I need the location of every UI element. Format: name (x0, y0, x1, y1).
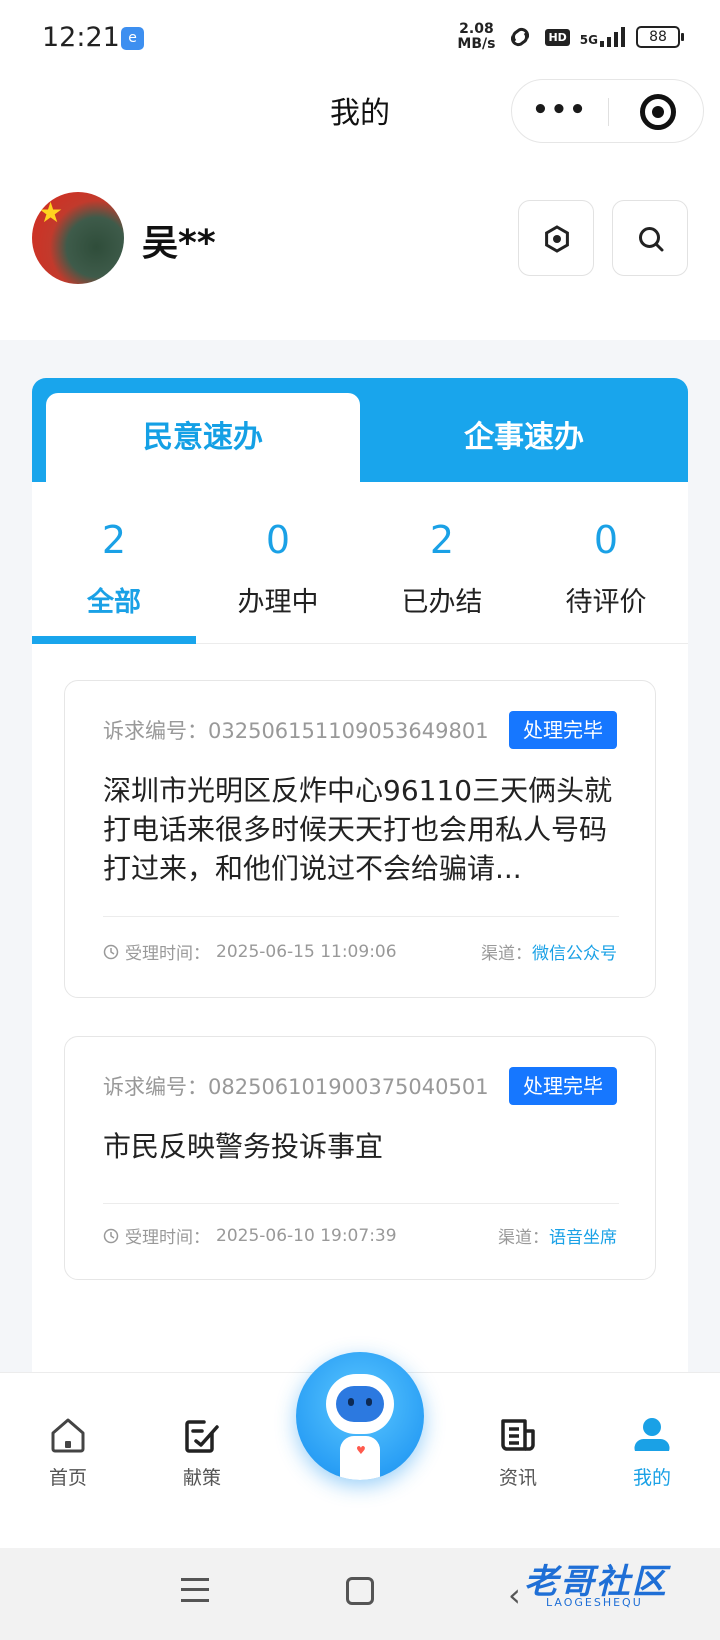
accept-time-value: 2025-06-10 19:07:39 (216, 1225, 397, 1246)
filter-count: 2 (429, 518, 455, 562)
accept-time-label: 受理时间： (125, 944, 210, 964)
filter-count: 0 (593, 518, 619, 562)
robot-body: ♥ (340, 1436, 380, 1480)
search-icon (639, 227, 664, 252)
news-icon (501, 1419, 535, 1451)
nav-label: 献策 (182, 1467, 221, 1489)
appeal-card[interactable]: 诉求编号：082506101900375040501 处理完毕 市民反映警务投诉… (64, 1036, 656, 1280)
home-icon (51, 1418, 85, 1453)
signal-icon (600, 27, 625, 47)
channel-label: 渠道： (481, 944, 532, 964)
tab-public-opinion[interactable]: 民意速办 (46, 393, 360, 482)
channel-label: 渠道： (498, 1228, 549, 1248)
filter-completed[interactable]: 2 已办结 (360, 482, 524, 644)
heart-icon: ♥ (356, 1444, 366, 1457)
tab-enterprise[interactable]: 企事速办 (360, 393, 688, 482)
appeal-number: 诉求编号：032506151109053649801 (103, 715, 489, 745)
status-badge: 处理完毕 (509, 1067, 617, 1105)
accept-time-label: 受理时间： (125, 1228, 210, 1248)
watermark-logo: 老哥社区 LAOGESHEQU (482, 1546, 702, 1614)
appeal-number-value: 082506101900375040501 (208, 1075, 489, 1099)
status-badge: 处理完毕 (509, 711, 617, 749)
filter-label: 办理中 (237, 587, 319, 618)
nav-home[interactable]: 首页 (8, 1415, 128, 1490)
cell-signal: 5G (580, 27, 626, 47)
mini-program-capsule: ••• (511, 79, 704, 143)
filter-label: 已办结 (401, 587, 483, 618)
appeal-description: 市民反映警务投诉事宜 (103, 1130, 384, 1163)
battery-indicator: 88 (636, 26, 684, 48)
nav-label: 我的 (632, 1467, 671, 1489)
star-icon: ★ (38, 196, 64, 229)
nav-news[interactable]: 资讯 (458, 1415, 578, 1490)
channel-value: 语音坐席 (549, 1228, 617, 1248)
active-filter-indicator (32, 636, 196, 644)
close-mini-program-icon[interactable] (640, 94, 676, 130)
edit-icon (185, 1420, 219, 1453)
channel: 渠道：微信公众号 (481, 939, 617, 964)
accept-time: 受理时间： 2025-06-10 19:07:39 (103, 1223, 397, 1248)
appeal-number-label: 诉求编号： (103, 719, 208, 743)
filter-to-evaluate[interactable]: 0 待评价 (524, 482, 688, 644)
nav-suggest[interactable]: 献策 (142, 1415, 262, 1490)
filter-count: 2 (101, 518, 127, 562)
robot-face (336, 1386, 384, 1422)
avatar[interactable]: ★ (32, 192, 124, 284)
more-button[interactable]: ••• (512, 80, 608, 144)
watermark-subtext: LAOGESHEQU (546, 1596, 643, 1609)
robot-eye (348, 1398, 354, 1406)
link-icon (511, 27, 530, 47)
net-speed-unit: MB/s (457, 36, 496, 52)
robot-eye (366, 1398, 372, 1406)
net-speed: 2.08 MB/s (457, 22, 495, 52)
accept-time-value: 2025-06-15 11:09:06 (216, 941, 397, 962)
divider (103, 916, 619, 917)
nav-mine[interactable]: 我的 (592, 1415, 712, 1490)
app-notification-icon: e (121, 27, 144, 50)
ai-assistant-robot-button[interactable]: ♥ (296, 1352, 424, 1480)
clock-icon (103, 1228, 119, 1243)
network-type: 5G (579, 33, 598, 47)
accept-time: 受理时间： 2025-06-15 11:09:06 (103, 939, 397, 964)
settings-button[interactable] (518, 200, 594, 276)
search-button[interactable] (612, 200, 688, 276)
user-name: 吴** (142, 223, 216, 264)
appeal-description: 深圳市光明区反炸中心96110三天俩头就打电话来很多时候天天打也会用私人号码打过… (103, 774, 613, 885)
status-bar: 12:21 e 2.08 MB/s HD 5G 88 (0, 0, 720, 80)
recent-apps-icon[interactable] (181, 1578, 209, 1602)
filter-in-progress[interactable]: 0 办理中 (196, 482, 360, 644)
appeal-number-value: 032506151109053649801 (208, 719, 489, 743)
clock-icon (103, 944, 119, 959)
appeal-card[interactable]: 诉求编号：032506151109053649801 处理完毕 深圳市光明区反炸… (64, 680, 656, 998)
divider (103, 1203, 619, 1204)
appeals-card: 民意速办 企事速办 2 全部 0 办理中 2 已办结 0 待评价 诉求编号：03… (32, 378, 688, 1372)
user-icon (634, 1418, 670, 1451)
appeal-number-label: 诉求编号： (103, 1075, 208, 1099)
hd-badge: HD (545, 28, 570, 46)
filter-label: 全部 (87, 587, 141, 618)
channel: 渠道：语音坐席 (498, 1223, 617, 1248)
filter-all[interactable]: 2 全部 (32, 482, 196, 644)
capsule-divider (608, 98, 609, 126)
status-indicators: 2.08 MB/s HD 5G 88 (457, 22, 684, 52)
filter-count: 0 (265, 518, 291, 562)
status-filter: 2 全部 0 办理中 2 已办结 0 待评价 (32, 482, 688, 644)
appeal-number: 诉求编号：082506101900375040501 (103, 1071, 489, 1101)
net-speed-value: 2.08 (459, 21, 494, 37)
card-tabs: 民意速办 企事速办 (32, 378, 688, 482)
nav-label: 首页 (48, 1467, 87, 1489)
filter-label: 待评价 (565, 587, 647, 618)
settings-hexagon-icon (545, 225, 569, 253)
home-button-icon[interactable] (346, 1577, 374, 1605)
channel-value: 微信公众号 (532, 944, 617, 964)
nav-label: 资讯 (498, 1467, 537, 1489)
status-time: 12:21 (42, 22, 120, 53)
